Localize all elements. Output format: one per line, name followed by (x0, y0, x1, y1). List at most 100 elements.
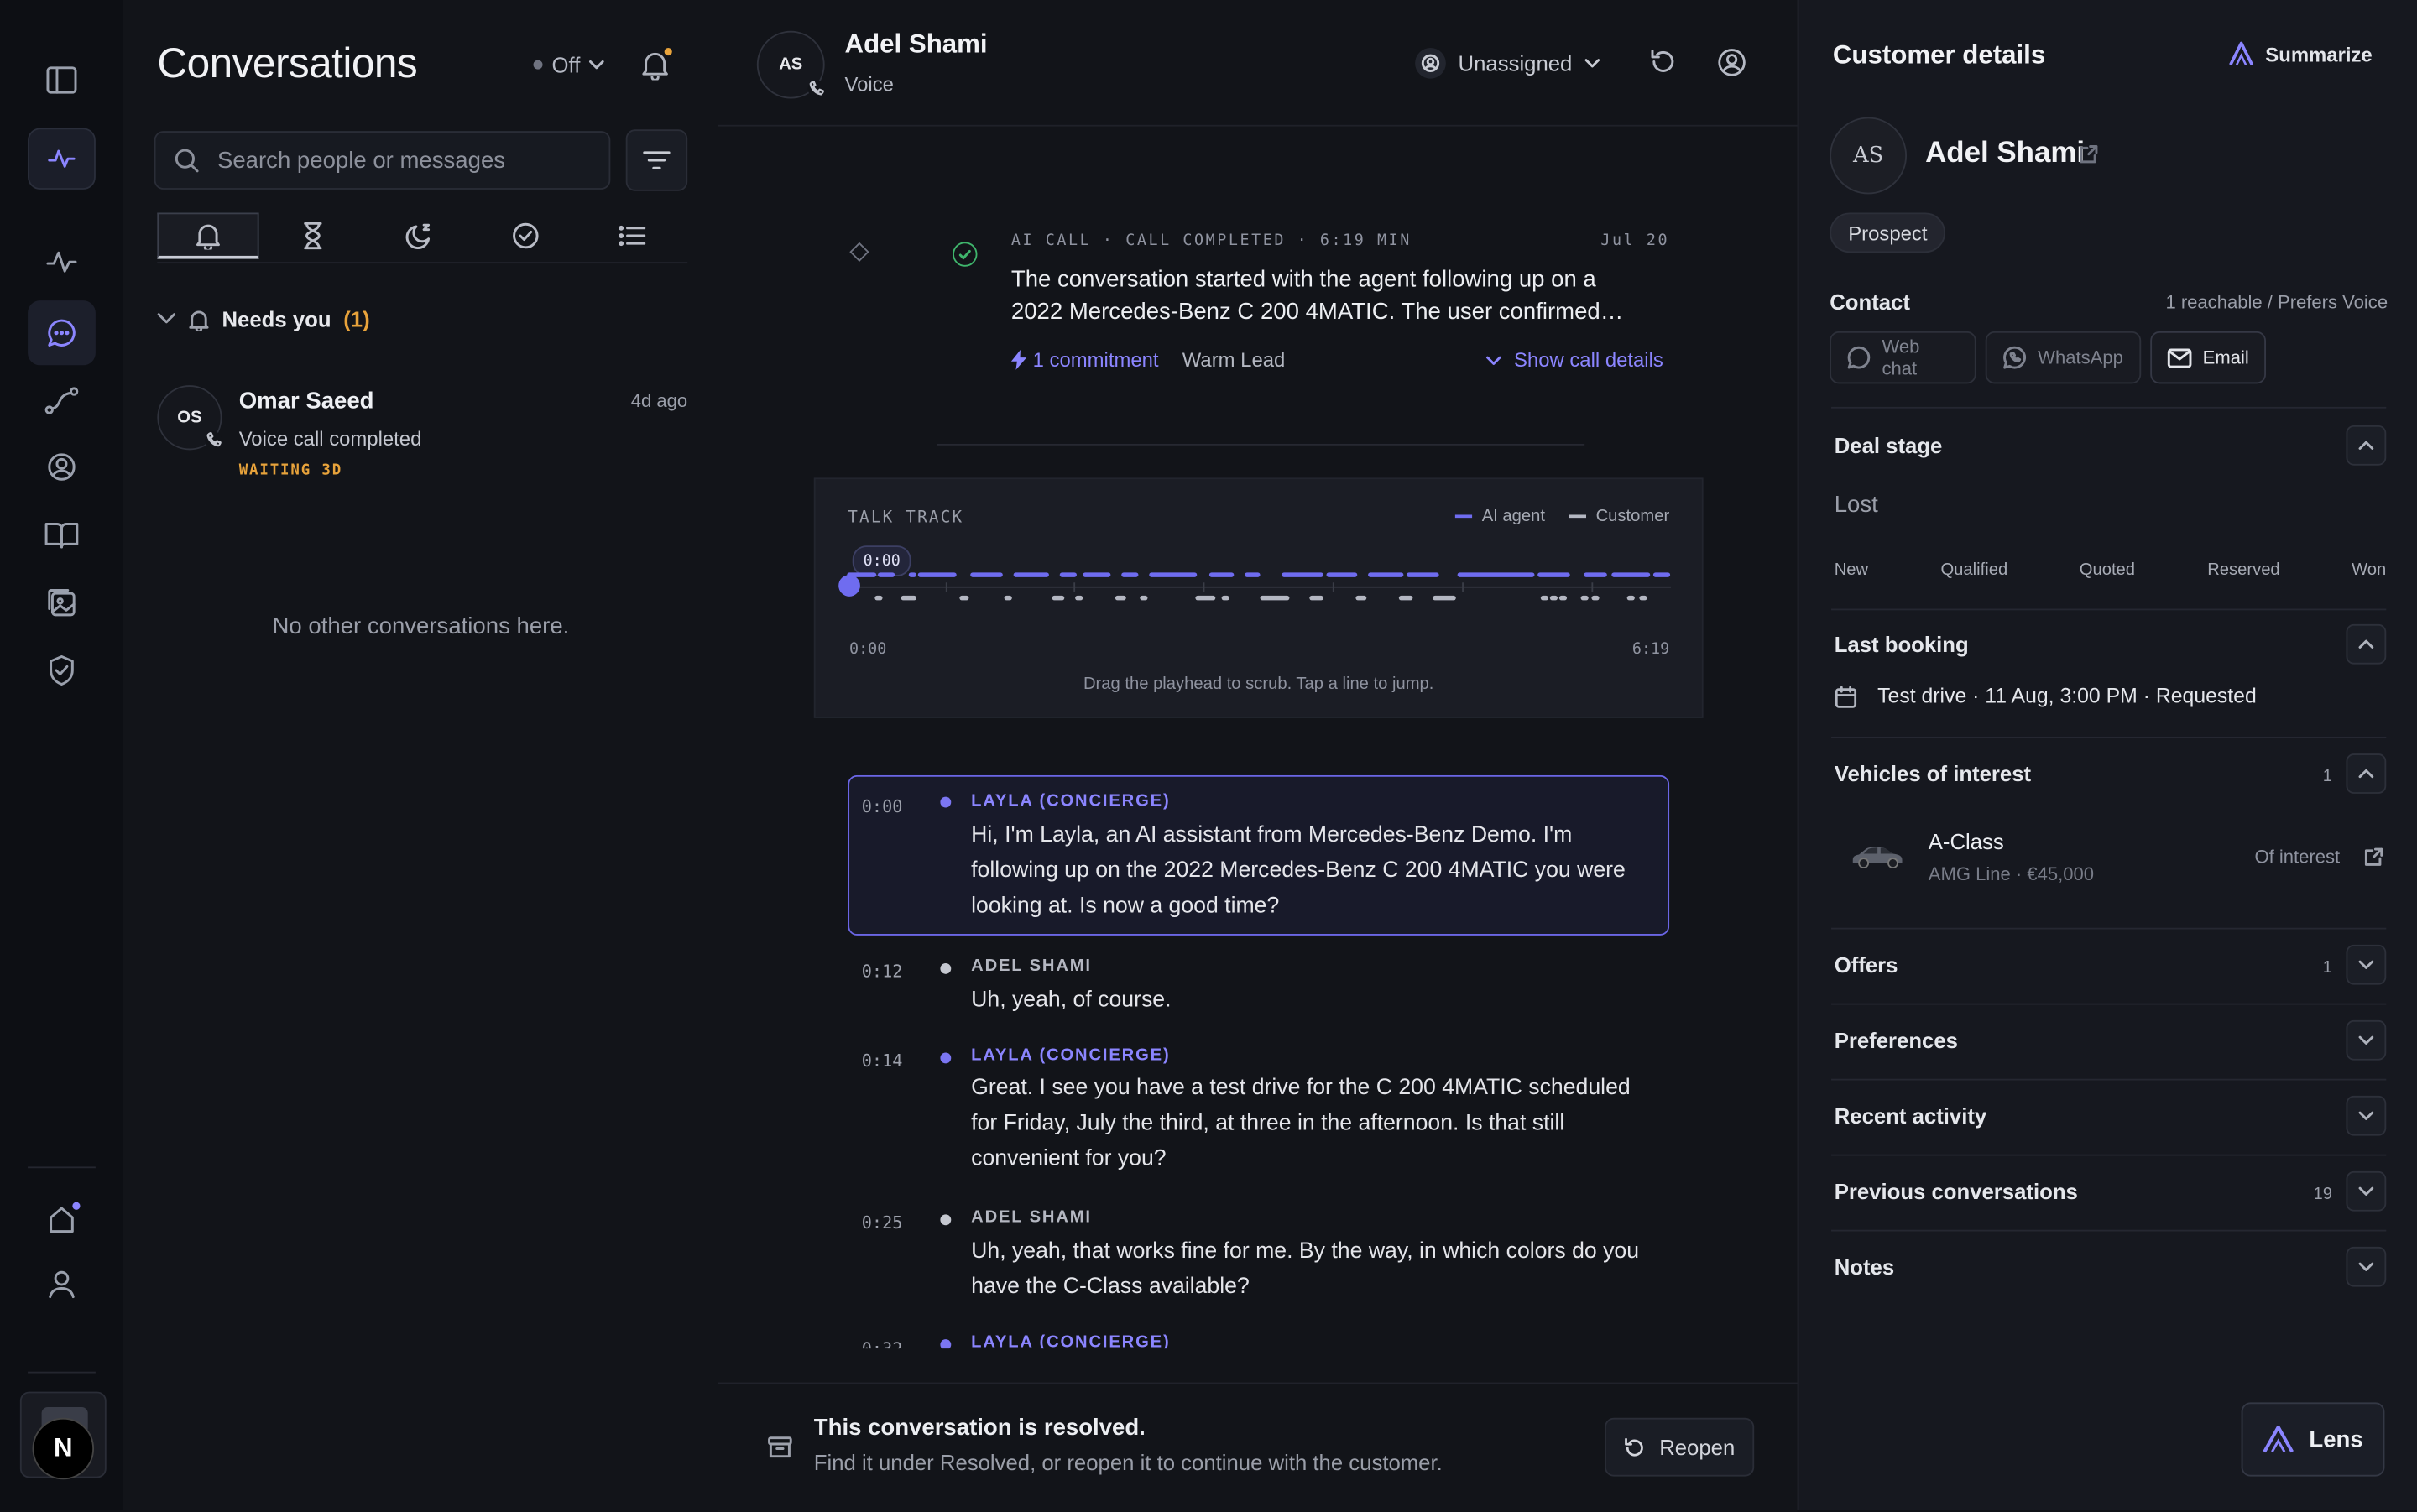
insights-icon[interactable] (28, 232, 96, 293)
chevron-down-icon (2358, 960, 2374, 969)
talk-track-panel[interactable]: TALK TRACK AI agent Customer 0:00 0:00 6… (813, 477, 1705, 718)
tab-resolved[interactable] (475, 212, 577, 258)
message-text: Hi, I'm Layla, an AI assistant from Merc… (971, 818, 1626, 925)
vehicle-model[interactable]: A-Class (1929, 829, 2004, 853)
collapse-button[interactable] (2346, 425, 2387, 466)
availability-toggle[interactable]: Off (533, 52, 605, 77)
stage-qualified[interactable]: Qualified (1940, 561, 2007, 580)
resolved-title: This conversation is resolved. (813, 1415, 1146, 1442)
timeline-marker (849, 242, 869, 262)
collapse-button[interactable] (2346, 753, 2387, 794)
home-notification-dot (72, 1202, 81, 1210)
collapse-button[interactable] (2346, 623, 2387, 665)
search-input[interactable] (214, 145, 591, 175)
assignee-dropdown[interactable]: Unassigned (1415, 47, 1600, 79)
home-icon[interactable] (28, 1188, 96, 1249)
commitment-link[interactable]: 1 commitment (1010, 348, 1159, 372)
external-link-icon[interactable] (2364, 847, 2383, 866)
summarize-label: Summarize (2265, 42, 2373, 66)
tab-needs-you[interactable] (157, 212, 259, 259)
message[interactable]: 0:25 ADEL SHAMI Uh, yeah, that works fin… (848, 1203, 1669, 1311)
profile-circle-icon[interactable] (1717, 48, 1746, 77)
reopen-button[interactable]: Reopen (1605, 1417, 1755, 1477)
notes-section[interactable]: Notes (1831, 1230, 2387, 1306)
expand-button[interactable] (2346, 1019, 2387, 1061)
lens-button[interactable]: Lens (2241, 1402, 2385, 1477)
talk-track-label: TALK TRACK (848, 508, 964, 528)
message-time: 0:12 (861, 962, 903, 983)
call-summary: The conversation started with the agent … (1011, 263, 1674, 328)
conversation-item[interactable]: OS Omar Saeed 4d ago Voice call complete… (157, 383, 687, 491)
chevron-down-icon (2358, 1035, 2374, 1045)
speaker-name: LAYLA (CONCIERGE) (971, 792, 1171, 811)
web-chat-button[interactable]: Web chat (1830, 331, 1976, 384)
expand-button[interactable] (2346, 1170, 2387, 1212)
calendar-icon (1835, 686, 1857, 708)
undo-icon (1626, 1436, 1644, 1456)
whatsapp-button[interactable]: WhatsApp (1985, 331, 2142, 384)
vehicle-subtitle: AMG Line · €45,000 (1928, 863, 2095, 885)
external-link-icon[interactable] (2080, 145, 2098, 164)
security-shield-icon[interactable] (28, 639, 96, 701)
message-time: 0:00 (861, 796, 903, 817)
media-library-icon[interactable] (28, 571, 96, 633)
legend-customer: Customer (1569, 507, 1669, 525)
stage-reserved[interactable]: Reserved (2207, 561, 2279, 580)
waiting-badge: WAITING 3D (238, 462, 343, 480)
summarize-button[interactable]: Summarize (2228, 41, 2373, 66)
recent-activity-section[interactable]: Recent activity (1831, 1079, 2387, 1156)
talk-track-timeline[interactable] (816, 560, 1705, 652)
tab-all[interactable] (581, 212, 682, 258)
speaker-dot (940, 1052, 952, 1064)
legend-agent: AI agent (1455, 507, 1545, 525)
sidebar-toggle-icon[interactable] (28, 50, 96, 111)
activity-icon[interactable] (28, 128, 96, 190)
booking-details[interactable]: Test drive · 11 Aug, 3:00 PM · Requested (1877, 685, 2257, 708)
needs-you-group-header[interactable]: Needs you (1) (157, 307, 370, 331)
chevron-down-icon (1584, 59, 1600, 68)
message[interactable]: 0:12 ADEL SHAMI Uh, yeah, of course. (848, 949, 1669, 1026)
notifications-bell-icon[interactable] (641, 47, 672, 81)
message[interactable]: 0:00 LAYLA (CONCIERGE) Hi, I'm Layla, an… (848, 774, 1670, 936)
customer-name: Adel Shami (1925, 137, 2086, 170)
chevron-down-icon (2358, 1186, 2374, 1196)
flows-icon[interactable] (28, 370, 96, 431)
refresh-icon[interactable] (1649, 48, 1677, 76)
resolved-banner: This conversation is resolved. Find it u… (718, 1382, 1798, 1512)
playhead-handle[interactable] (838, 575, 860, 597)
message-line: for Friday, July the third, at three in … (971, 1111, 1565, 1136)
section-title: Last booking (1834, 632, 1969, 657)
contacts-icon[interactable] (28, 436, 96, 498)
filter-button[interactable] (625, 129, 688, 191)
rail-divider (28, 1166, 96, 1169)
stage-quoted[interactable]: Quoted (2080, 561, 2135, 580)
summary-line: The conversation started with the agent … (1010, 266, 1596, 293)
speaker-name: ADEL SHAMI (971, 1208, 1092, 1228)
expand-button[interactable] (2346, 1246, 2387, 1287)
workspace-switcher[interactable]: N (19, 1391, 107, 1480)
avatar: AS (1830, 117, 1908, 195)
expand-button[interactable] (2346, 1095, 2387, 1136)
offers-section[interactable]: Offers 1 (1831, 928, 2387, 1005)
message-text: Uh, yeah, of course. (971, 983, 1171, 1019)
message[interactable]: 0:14 LAYLA (CONCIERGE) Great. I see you … (848, 1040, 1669, 1188)
status-badge: Prospect (1830, 212, 1946, 253)
message-text: Uh, yeah, that works fine for me. By the… (971, 1234, 1639, 1305)
previous-conversations-section[interactable]: Previous conversations 19 (1831, 1155, 2387, 1232)
search-box[interactable] (154, 131, 611, 190)
conversations-icon[interactable] (28, 300, 96, 366)
message[interactable]: 0:32 LAYLA (CONCIERGE) (848, 1330, 1669, 1349)
expand-button[interactable] (2346, 944, 2387, 985)
check-circle-icon (513, 222, 539, 249)
profile-icon[interactable] (28, 1253, 96, 1314)
conversation-header: AS Adel Shami Voice Unassigned (718, 0, 1798, 127)
stage-won[interactable]: Won (2352, 561, 2386, 580)
show-call-details-link[interactable]: Show call details (1486, 348, 1663, 372)
tab-waiting[interactable] (262, 212, 363, 258)
stage-new[interactable]: New (1835, 561, 1868, 580)
knowledge-book-icon[interactable] (28, 504, 96, 566)
message-text: Great. I see you have a test drive for t… (971, 1071, 1631, 1178)
preferences-section[interactable]: Preferences (1831, 1004, 2387, 1081)
tab-snoozed[interactable] (368, 212, 470, 258)
email-button[interactable]: Email (2150, 331, 2267, 384)
